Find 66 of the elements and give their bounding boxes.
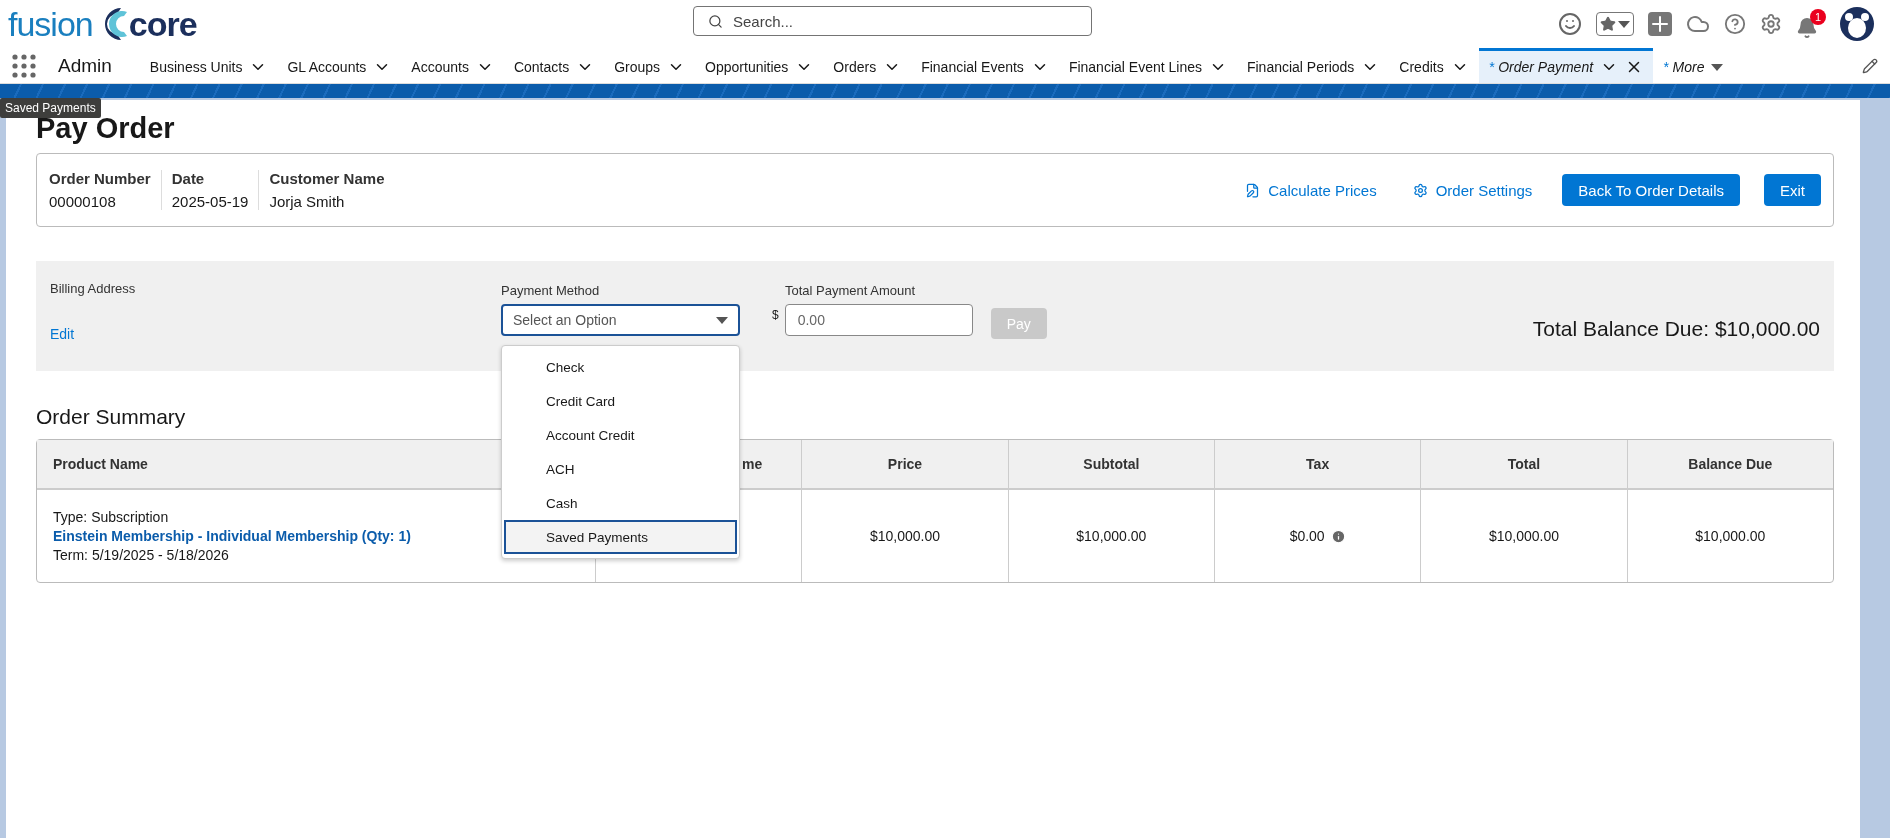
product-type: Type: Subscription	[53, 509, 170, 525]
notifications-button[interactable]: 1	[1796, 9, 1826, 39]
product-term: Term: 5/19/2025 - 5/18/2026	[53, 547, 230, 563]
field-label: Customer Name	[269, 170, 385, 187]
help-icon[interactable]	[1724, 13, 1746, 35]
nav-tab[interactable]: Financial Event Lines	[1058, 48, 1237, 83]
plus-icon[interactable]	[1648, 12, 1672, 36]
amount-input[interactable]: 0.00	[784, 304, 973, 336]
section-title: Order Summary	[36, 405, 187, 429]
dropdown-option[interactable]: Saved Payments	[504, 520, 737, 554]
fusioncore-logo: fusion core	[8, 4, 197, 44]
search-field[interactable]: Search...	[693, 6, 1092, 36]
gear-icon	[1412, 182, 1428, 198]
column-header: Balance Due	[1626, 440, 1833, 490]
nav-tab[interactable]: Orders	[823, 48, 912, 83]
table-cell: $10,000.00	[1488, 528, 1560, 544]
field-label: Order Number	[49, 170, 151, 187]
nav-tab[interactable]: Financial Events	[911, 48, 1059, 83]
balance-due: Total Balance Due: $10,000.00	[1532, 317, 1820, 342]
calculate-prices-link[interactable]: Calculate Prices	[1239, 180, 1383, 200]
settings-icon[interactable]	[1760, 13, 1782, 35]
billing-address-label: Billing Address	[50, 281, 137, 296]
order-settings-link[interactable]: Order Settings	[1406, 180, 1539, 200]
action-button[interactable]: Exit	[1764, 174, 1821, 206]
document-edit-icon	[1245, 182, 1261, 198]
caret-icon	[1711, 63, 1724, 71]
table-cell: $10,000.00	[869, 528, 941, 544]
caret-icon	[716, 316, 728, 324]
star-icon	[1600, 16, 1616, 32]
table-cell: $10,000.00	[1695, 528, 1766, 544]
tooltip: Saved Payments	[0, 98, 101, 118]
app-name: Admin	[58, 53, 112, 78]
field-label: Date	[171, 170, 206, 187]
nav-tab[interactable]: Groups	[604, 48, 696, 83]
nav-tab[interactable]: Opportunities	[695, 48, 824, 83]
favorites-button[interactable]	[1596, 12, 1634, 36]
table-cell: $0.00	[1289, 528, 1325, 544]
field-value: 00000108	[49, 193, 117, 210]
nav-tab[interactable]: Financial Periods	[1236, 48, 1390, 83]
column-header: Total	[1420, 440, 1627, 490]
nav-tab[interactable]: Contacts	[503, 48, 605, 83]
search-icon	[708, 13, 723, 29]
caret-icon	[1618, 20, 1630, 28]
payment-method-select[interactable]: Select an Option	[501, 304, 740, 336]
info-icon[interactable]	[1330, 528, 1346, 544]
avatar-icon[interactable]	[1840, 7, 1874, 41]
field-value: Jorja Smith	[269, 193, 346, 210]
nav-tab[interactable]: * Order Payment	[1478, 48, 1654, 83]
app-launcher-icon[interactable]	[12, 53, 36, 78]
nav-tab[interactable]: * More	[1653, 48, 1734, 83]
table-cell: $10,000.00	[1076, 528, 1147, 544]
column-header: Price	[801, 440, 1008, 490]
nav-tab[interactable]: GL Accounts	[277, 48, 402, 83]
nav-tab[interactable]: Accounts	[401, 48, 504, 83]
payment-method-label: Payment Method	[501, 283, 601, 298]
total-payment-label: Total Payment Amount	[785, 283, 917, 298]
field-value: 2025-05-19	[171, 193, 249, 210]
action-button[interactable]: Back To Order Details	[1562, 174, 1740, 206]
nav-tab[interactable]: Credits	[1389, 48, 1479, 83]
column-header: Tax	[1214, 440, 1421, 490]
nav-tab[interactable]: Business Units	[139, 48, 278, 83]
pencil-icon[interactable]	[1862, 57, 1878, 74]
edit-link[interactable]: Edit	[50, 326, 501, 342]
notification-count: 1	[1810, 9, 1826, 25]
column-header: Subtotal	[1007, 440, 1214, 490]
currency-symbol: $	[772, 308, 779, 322]
